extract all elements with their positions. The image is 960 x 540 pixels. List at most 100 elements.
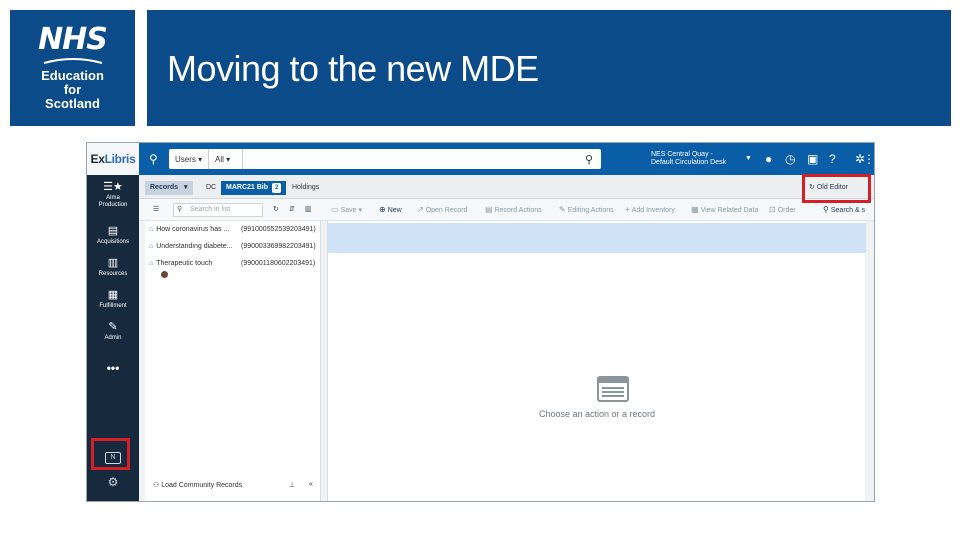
old-editor-highlight [802, 174, 871, 203]
order-label: Order [777, 207, 796, 214]
exlibris-logo[interactable]: Ex Libris [87, 143, 139, 175]
record-title: Therapeutic touch [156, 260, 213, 267]
pencil-icon: ✎ [559, 205, 566, 214]
nav-item-fulfillment[interactable]: ▦ Fulfillment [87, 289, 139, 310]
top-bar: Ex Libris ⚲ Users ▾ All ▾ ⚲ NES Central Q… [87, 143, 874, 175]
tab-dc-label: DC [206, 184, 217, 191]
nav-item-resources[interactable]: ▥ Resources [87, 257, 139, 278]
nav-label-fulfillment: Fulfillment [99, 303, 127, 309]
nhs-education-scotland-logo: NHS Education for Scotland [10, 10, 135, 126]
search-scope-label: Users [175, 154, 196, 164]
configuration-gear-icon[interactable]: ⚙ [87, 475, 139, 489]
home-icon: ⌂ [149, 243, 154, 250]
empty-state-text: Choose an action or a record [538, 409, 656, 419]
open-icon: ↗ [417, 205, 424, 214]
tab-holdings[interactable]: Holdings [287, 181, 324, 195]
nav-more-button[interactable]: ••• [87, 361, 139, 375]
logo-line-scotland: Scotland [45, 96, 100, 111]
save-icon: ▭ [331, 205, 339, 214]
acquisitions-icon: ▤ [107, 225, 119, 237]
persistent-search-icon[interactable]: ⚲ [149, 143, 158, 175]
nav-item-admin[interactable]: ✎ Admin [87, 321, 139, 342]
chevron-down-icon[interactable]: ▼ [745, 143, 752, 175]
star-icon: ☰★ [103, 181, 123, 193]
search-field-select[interactable]: All ▾ [209, 149, 243, 169]
collapse-icon[interactable]: « [309, 481, 313, 488]
related-data-icon: ▦ [691, 205, 699, 214]
view-related-data-label: View Related Data [700, 207, 759, 214]
editor-toolbar: ☰ Search in list ⚲ ↻ ⇵ ▥ ▭ Save ▾ ⊕ New ↗ O… [139, 199, 874, 221]
home-icon: ⌂ [149, 226, 154, 233]
fulfillment-icon: ▦ [107, 289, 119, 301]
nav-label-alma: Alma [106, 195, 120, 201]
community-label: Load Community Records [161, 482, 243, 489]
brand-part1: Ex [90, 152, 105, 166]
global-search-bar: Users ▾ All ▾ ⚲ [169, 149, 601, 169]
list-item[interactable]: ⌂ Understanding diabete... (99000336998220… [149, 243, 316, 250]
tab-marc21-bib[interactable]: MARC21 Bib 2 [221, 181, 287, 195]
nav-label-admin: Admin [104, 335, 122, 341]
plus-circle-icon: ⊕ [379, 205, 386, 214]
nav-label-resources: Resources [98, 271, 128, 277]
open-record-button[interactable]: ↗ Open Record [417, 199, 467, 222]
user-icon[interactable]: ● [765, 143, 772, 175]
load-community-records-button[interactable]: ⚇ Load Community Records [153, 481, 242, 489]
community-icon: ⚇ [153, 482, 160, 489]
alma-app-window: Ex Libris ⚲ Users ▾ All ▾ ⚲ NES Central Q… [86, 142, 875, 502]
search-icon[interactable]: ⚲ [577, 153, 601, 166]
split-view-icon[interactable]: ⇵ [289, 199, 295, 221]
pin-icon[interactable]: ⊥ [289, 481, 295, 489]
logo-line-education: Education [41, 68, 104, 83]
slide: NHS Education for Scotland Moving to the… [0, 0, 960, 540]
brand-part2: Libris [104, 152, 136, 166]
refresh-icon[interactable]: ↻ [273, 199, 279, 221]
order-button[interactable]: ⊡ Order [769, 199, 796, 222]
list-search-input[interactable]: Search in list [173, 203, 263, 217]
help-icon[interactable]: ? [829, 143, 836, 175]
filter-icon[interactable]: ☰ [153, 199, 159, 221]
more-vertical-icon[interactable]: ⋮ [863, 143, 874, 175]
logo-line-for: for [63, 82, 82, 97]
record-list: ⌂ How coronavirus has ... (991000552539203… [145, 221, 321, 501]
editor-pane: Choose an action or a record [327, 221, 866, 501]
nav-item-acquisitions[interactable]: ▤ Acquisitions [87, 225, 139, 246]
title-bar: Moving to the new MDE [147, 10, 951, 126]
tab-records-label: Records [150, 184, 179, 191]
open-record-label: Open Record [425, 207, 468, 214]
new-label: New [387, 207, 402, 214]
location-line1: NES Central Quay - [651, 151, 713, 158]
nav-item-alma-production[interactable]: ☰★ Alma Production [87, 181, 139, 209]
location-selector[interactable]: NES Central Quay - Default Circulation D… [651, 151, 726, 167]
record-actions-button[interactable]: ▤ Record Actions [485, 199, 542, 222]
history-icon[interactable]: ◷ [785, 143, 795, 175]
home-icon: ⌂ [149, 260, 154, 267]
search-scope-select[interactable]: Users ▾ [169, 149, 209, 169]
editing-actions-button[interactable]: ✎ Editing Actions [559, 199, 614, 222]
list-item[interactable]: ⌂ Therapeutic touch (990001180602203491) [149, 260, 315, 267]
save-button[interactable]: ▭ Save ▾ [331, 199, 362, 222]
search-icon: ⚲ [823, 205, 829, 214]
add-inventory-label: Add Inventory [631, 207, 675, 214]
add-inventory-button[interactable]: + Add Inventory [625, 199, 675, 222]
search-input[interactable] [243, 149, 577, 169]
logo-swoosh-icon [43, 58, 102, 64]
list-item[interactable]: ⌂ How coronavirus has ... (991000552539203… [149, 226, 316, 233]
view-related-data-button[interactable]: ▦ View Related Data [691, 199, 758, 222]
record-mms-id: (990001180602203491) [241, 260, 316, 267]
record-status-icon [161, 271, 168, 278]
chevron-down-icon: ▾ [184, 184, 188, 191]
list-search-placeholder: Search in list [190, 206, 231, 213]
layout-icon[interactable]: ▥ [305, 199, 312, 221]
new-button[interactable]: ⊕ New [379, 199, 402, 222]
tasks-icon[interactable]: ▣ [807, 143, 818, 175]
admin-icon: ✎ [108, 321, 118, 333]
tab-dc[interactable]: DC [201, 181, 221, 195]
plus-icon: + [625, 205, 630, 214]
records-panel-toggle[interactable]: Records ▾ [145, 181, 193, 195]
record-title: How coronavirus has ... [156, 226, 230, 233]
cart-icon: ⊡ [769, 205, 776, 214]
record-mms-id: (991000552539203491) [241, 226, 316, 233]
record-title: Understanding diabete... [156, 243, 233, 250]
search-and-label: Search & s [830, 207, 866, 214]
tab-marc-count-badge: 2 [272, 183, 282, 193]
